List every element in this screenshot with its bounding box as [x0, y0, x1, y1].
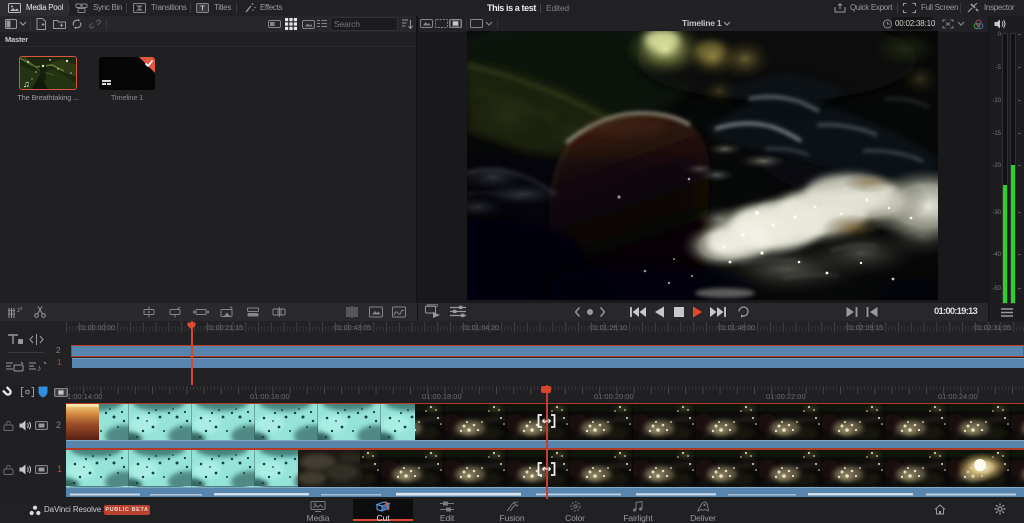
svg-text:♪: ♪: [37, 363, 42, 373]
svg-text:01:00:21:15: 01:00:21:15: [206, 325, 243, 332]
svg-text:1:00:14:00: 1:00:14:00: [67, 392, 102, 401]
svg-text:z: z: [20, 306, 23, 312]
svg-text:01:00:20:00: 01:00:20:00: [594, 392, 634, 401]
svg-text:01:00:43:05: 01:00:43:05: [334, 325, 371, 332]
svg-text:01:01:04:20: 01:01:04:20: [462, 325, 499, 332]
svg-text:01:02:31:05: 01:02:31:05: [974, 325, 1011, 332]
svg-text:01:00:00:00: 01:00:00:00: [78, 325, 115, 332]
svg-text:01:00:24:00: 01:00:24:00: [938, 392, 978, 401]
svg-text:01:02:09:15: 01:02:09:15: [846, 325, 883, 332]
svg-text:01:00:22:00: 01:00:22:00: [766, 392, 806, 401]
svg-text:♫: ♫: [23, 79, 30, 89]
svg-text:01:00:16:00: 01:00:16:00: [250, 392, 290, 401]
svg-text:01:01:26:10: 01:01:26:10: [590, 325, 627, 332]
svg-text:01:01:48:00: 01:01:48:00: [718, 325, 755, 332]
svg-text:T: T: [200, 6, 205, 13]
svg-text:01:00:18:00: 01:00:18:00: [422, 392, 462, 401]
